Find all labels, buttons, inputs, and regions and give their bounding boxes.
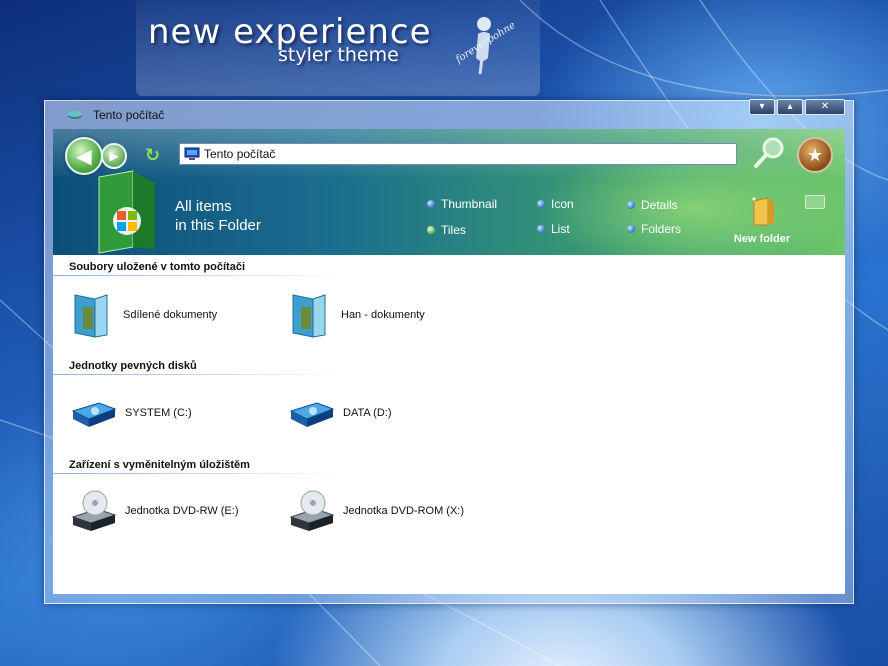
- folder-heading-line2: in this Folder: [175, 217, 261, 234]
- user-documents-folder-icon: [292, 294, 326, 338]
- item-label: Jednotka DVD-ROM (X:): [343, 505, 465, 517]
- item-label: SYSTEM (C:): [125, 407, 192, 419]
- view-details[interactable]: Details: [627, 198, 678, 212]
- bullet-icon: [627, 225, 635, 233]
- list-item-drive-e[interactable]: Jednotka DVD-RW (E:): [69, 489, 239, 533]
- file-list: Soubory uložené v tomto počítači Sdílené…: [53, 255, 845, 594]
- hard-drive-icon: [71, 402, 117, 427]
- view-folders[interactable]: Folders: [627, 222, 681, 236]
- view-tiles-label: Tiles: [441, 223, 466, 237]
- forward-button[interactable]: ▶: [101, 143, 127, 169]
- view-icon[interactable]: Icon: [537, 197, 574, 211]
- list-item-drive-x[interactable]: Jednotka DVD-ROM (X:): [287, 489, 464, 533]
- address-text: Tento počítač: [204, 147, 276, 161]
- group-header-stored-files: Soubory uložené v tomto počítači: [69, 261, 246, 273]
- bullet-icon: [427, 200, 435, 208]
- window-title: Tento počítač: [93, 108, 165, 122]
- bullet-icon: [627, 201, 635, 209]
- view-details-label: Details: [641, 198, 678, 212]
- favorites-button[interactable]: ★: [797, 137, 833, 173]
- windows-folder-icon: [98, 170, 155, 254]
- arrow-left-icon: ◀: [76, 144, 92, 168]
- close-button[interactable]: ✕: [805, 99, 845, 115]
- computer-icon: [184, 147, 200, 160]
- window-controls: ▾ ▴ ✕: [749, 99, 845, 115]
- toolbar-toggle-button[interactable]: [805, 195, 825, 209]
- view-folders-label: Folders: [641, 222, 682, 236]
- group-divider: [53, 374, 343, 375]
- new-folder-button[interactable]: New folder: [729, 195, 795, 245]
- explorer-toolbar: ◀ ▶ ↻ Tento počítač ★ All items in this …: [53, 129, 845, 255]
- view-thumbnail-label: Thumbnail: [441, 197, 498, 211]
- view-list-label: List: [551, 222, 570, 236]
- list-item-user-documents[interactable]: Han - dokumenty: [287, 291, 425, 339]
- group-divider: [53, 473, 343, 474]
- minimize-button[interactable]: ▾: [749, 99, 775, 115]
- folder-heading-line1: All items: [175, 198, 232, 215]
- list-item-drive-c[interactable]: SYSTEM (C:): [69, 395, 192, 431]
- view-thumbnail[interactable]: Thumbnail: [427, 197, 497, 211]
- refresh-button[interactable]: ↻: [145, 145, 160, 166]
- new-folder-label: New folder: [733, 233, 791, 245]
- shared-documents-folder-icon: [74, 294, 108, 338]
- search-button[interactable]: [751, 135, 787, 171]
- explorer-window: Tento počítač ▾ ▴ ✕ ◀ ▶ ↻ Tento počítač …: [44, 99, 854, 604]
- window-titlebar[interactable]: Tento počítač ▾ ▴ ✕: [45, 99, 853, 129]
- group-header-hard-disks: Jednotky pevných disků: [69, 360, 197, 372]
- item-label: Sdílené dokumenty: [123, 309, 218, 321]
- address-bar[interactable]: Tento počítač: [179, 143, 737, 165]
- dvd-drive-icon: [71, 490, 117, 531]
- bullet-icon: [537, 200, 545, 208]
- list-item-drive-d[interactable]: DATA (D:): [287, 395, 391, 431]
- dvd-drive-icon: [289, 490, 335, 531]
- view-list[interactable]: List: [537, 222, 570, 236]
- hard-drive-icon: [289, 402, 335, 427]
- bullet-icon: [537, 225, 545, 233]
- star-icon: ★: [806, 144, 824, 166]
- list-item-shared-documents[interactable]: Sdílené dokumenty: [69, 291, 217, 339]
- view-tiles[interactable]: Tiles: [427, 223, 466, 237]
- arrow-right-icon: ▶: [109, 149, 119, 163]
- refresh-icon: ↻: [145, 145, 161, 166]
- group-divider: [53, 275, 343, 276]
- item-label: Jednotka DVD-RW (E:): [125, 505, 239, 517]
- item-label: Han - dokumenty: [341, 309, 425, 321]
- item-label: DATA (D:): [343, 407, 392, 419]
- group-header-removable: Zařízení s vyměnitelným úložištěm: [69, 459, 250, 471]
- computer-icon: [68, 111, 82, 119]
- view-icon-label: Icon: [551, 197, 574, 211]
- maximize-button[interactable]: ▴: [777, 99, 803, 115]
- wallpaper-subtitle: styler theme: [278, 44, 399, 66]
- folder-heading: All items in this Folder: [175, 197, 261, 235]
- bullet-selected-icon: [427, 226, 435, 234]
- new-folder-icon: [752, 197, 774, 226]
